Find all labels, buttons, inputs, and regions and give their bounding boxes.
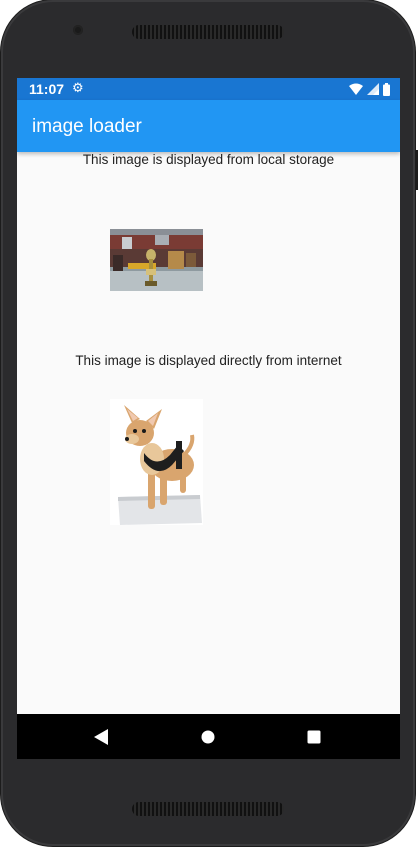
internet-image	[110, 399, 203, 525]
signal-icon	[367, 83, 379, 95]
recents-button[interactable]	[294, 714, 334, 759]
wifi-icon	[349, 83, 363, 95]
app-title: image loader	[32, 116, 142, 137]
navigation-bar	[17, 714, 400, 759]
app-bar: image loader	[17, 100, 400, 152]
status-icons	[349, 82, 390, 96]
settings-icon: ⚙	[72, 81, 84, 96]
earpiece-speaker	[132, 25, 284, 39]
status-bar: 11:07 ⚙	[17, 78, 400, 100]
bottom-speaker	[132, 802, 284, 816]
front-camera	[73, 25, 83, 35]
home-button[interactable]	[188, 714, 228, 759]
screen: 11:07 ⚙ image loader This image is displ…	[17, 78, 400, 759]
phone-frame: 11:07 ⚙ image loader This image is displ…	[0, 0, 418, 848]
back-button[interactable]	[81, 714, 121, 759]
status-time: 11:07	[29, 81, 65, 97]
local-image-caption: This image is displayed from local stora…	[82, 152, 335, 167]
home-icon	[201, 730, 215, 743]
internet-image-caption: This image is displayed directly from in…	[75, 353, 342, 368]
recents-icon	[307, 730, 321, 743]
back-icon	[94, 728, 108, 745]
local-image	[110, 229, 203, 291]
battery-icon	[383, 82, 390, 96]
